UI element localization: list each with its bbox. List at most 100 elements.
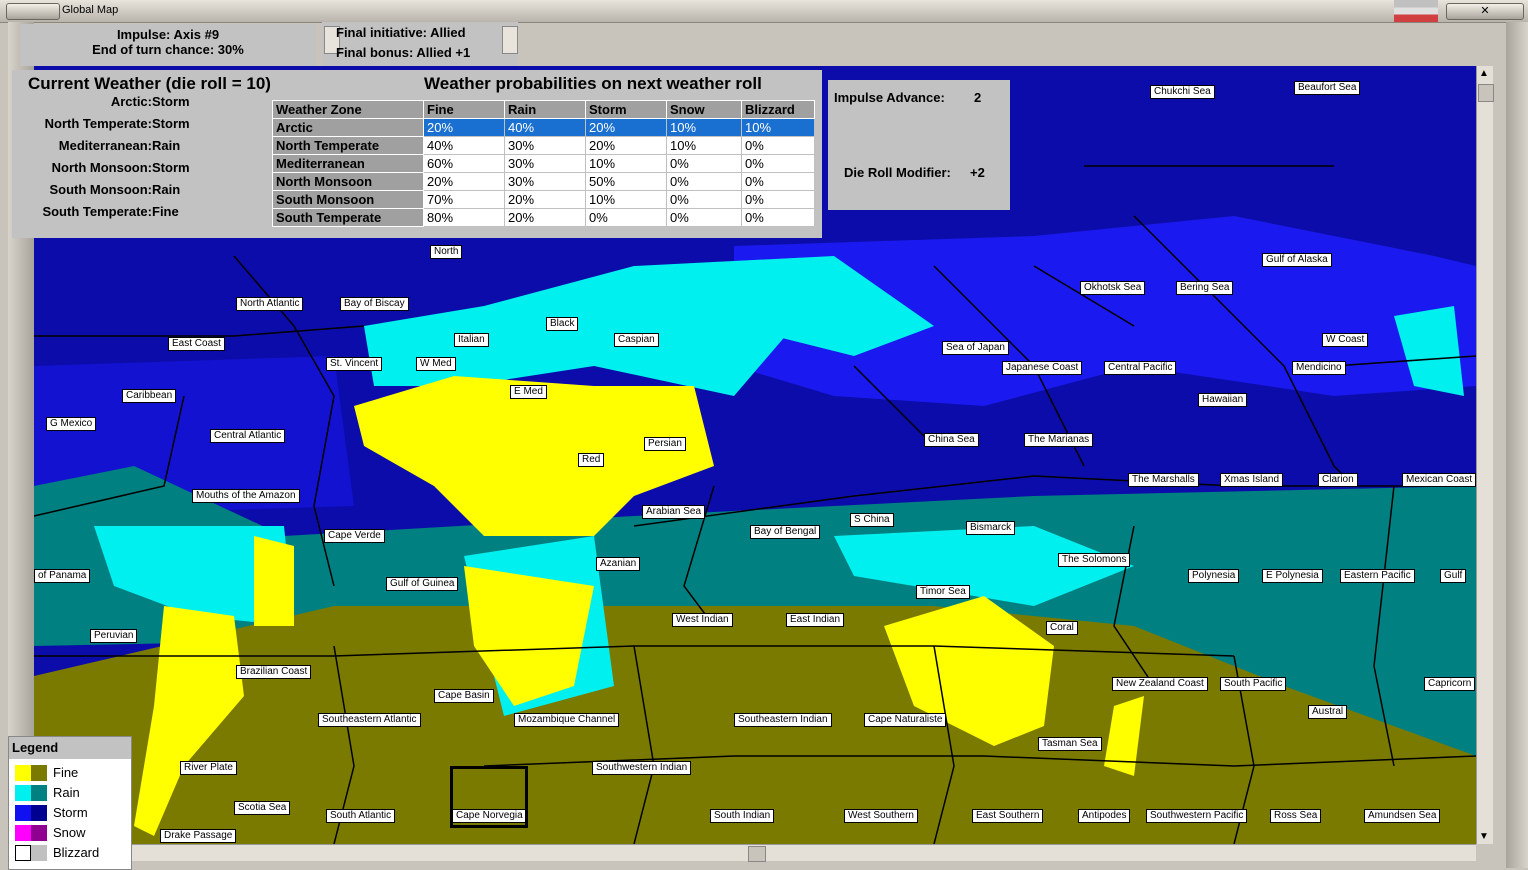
- sea-label[interactable]: Polynesia: [1188, 569, 1240, 583]
- table-row[interactable]: South Monsoon 70% 20% 10% 0% 0%: [272, 190, 815, 209]
- sea-label[interactable]: Azanian: [596, 557, 641, 571]
- sea-label[interactable]: The Marianas: [1024, 433, 1094, 447]
- sea-label[interactable]: Central Atlantic: [210, 429, 286, 443]
- sea-label[interactable]: Italian: [454, 333, 489, 347]
- sea-label[interactable]: Southwestern Indian: [592, 761, 692, 775]
- sea-label[interactable]: China Sea: [924, 433, 979, 447]
- sea-label[interactable]: Antipodes: [1078, 809, 1131, 823]
- sea-label[interactable]: West Southern: [844, 809, 918, 823]
- sea-label[interactable]: Bay of Biscay: [340, 297, 409, 311]
- sea-label[interactable]: Black: [546, 317, 579, 331]
- sea-label[interactable]: Gulf of Guinea: [386, 577, 459, 591]
- sea-label[interactable]: Mouths of the Amazon: [192, 489, 300, 503]
- table-row[interactable]: South Temperate 80% 20% 0% 0% 0%: [272, 208, 815, 227]
- sea-label[interactable]: Mexican Coast: [1402, 473, 1476, 487]
- sea-label[interactable]: Capricorn: [1424, 677, 1476, 691]
- sea-label[interactable]: East Coast: [168, 337, 225, 351]
- sea-label[interactable]: Eastern Pacific: [1340, 569, 1415, 583]
- close-button[interactable]: ✕: [1446, 3, 1524, 20]
- sea-label[interactable]: East Southern: [972, 809, 1044, 823]
- scroll-up-icon[interactable]: ▲: [1479, 68, 1489, 79]
- table-row[interactable]: North Monsoon 20% 30% 50% 0% 0%: [272, 172, 815, 191]
- sea-label[interactable]: North: [430, 245, 463, 259]
- sea-label[interactable]: Scotia Sea: [234, 801, 291, 815]
- sea-label[interactable]: Gulf of Alaska: [1262, 253, 1332, 267]
- legend-swatch-rain-light: [15, 785, 31, 801]
- final-initiative-text: Final initiative: Allied: [336, 25, 466, 40]
- table-header: Fine: [423, 100, 505, 119]
- sea-label[interactable]: Drake Passage: [160, 829, 237, 843]
- sea-label[interactable]: River Plate: [180, 761, 237, 775]
- table-row[interactable]: North Temperate 40% 30% 20% 10% 0%: [272, 136, 815, 155]
- sea-label[interactable]: The Solomons: [1058, 553, 1131, 567]
- sea-label[interactable]: South Atlantic: [326, 809, 396, 823]
- sea-label[interactable]: Ross Sea: [1270, 809, 1322, 823]
- horizontal-scroll-thumb[interactable]: [748, 846, 766, 862]
- sea-label[interactable]: Cape Naturaliste: [864, 713, 947, 727]
- sea-label[interactable]: The Marshalls: [1128, 473, 1199, 487]
- sea-label[interactable]: St. Vincent: [326, 357, 383, 371]
- sea-label[interactable]: South Pacific: [1220, 677, 1287, 691]
- table-cell: 10%: [666, 136, 742, 155]
- sea-label[interactable]: Mendicino: [1292, 361, 1346, 375]
- sea-label[interactable]: Gulf: [1440, 569, 1467, 583]
- table-row[interactable]: Arctic 20% 40% 20% 10% 10%: [272, 118, 815, 137]
- system-menu-button[interactable]: [6, 3, 60, 20]
- sea-label[interactable]: Brazilian Coast: [236, 665, 312, 679]
- horizontal-scrollbar[interactable]: [34, 844, 1476, 862]
- sea-label[interactable]: of Panama: [34, 569, 91, 583]
- scroll-thumb[interactable]: [1478, 84, 1494, 102]
- sea-label[interactable]: S China: [850, 513, 894, 527]
- sea-label[interactable]: Tasman Sea: [1038, 737, 1102, 751]
- sea-label[interactable]: G Mexico: [46, 417, 97, 431]
- sea-label[interactable]: Okhotsk Sea: [1080, 281, 1146, 295]
- sea-label[interactable]: Austral: [1308, 705, 1348, 719]
- sea-label[interactable]: Coral: [1046, 621, 1078, 635]
- sea-label[interactable]: East Indian: [786, 613, 845, 627]
- sea-label[interactable]: E Polynesia: [1262, 569, 1323, 583]
- table-cell: 0%: [585, 208, 667, 227]
- sea-label[interactable]: West Indian: [672, 613, 733, 627]
- sea-label[interactable]: Southwestern Pacific: [1146, 809, 1248, 823]
- sea-label[interactable]: New Zealand Coast: [1112, 677, 1208, 691]
- sea-label[interactable]: E Med: [510, 385, 547, 399]
- sea-label[interactable]: Bismarck: [966, 521, 1016, 535]
- table-cell: 20%: [504, 208, 586, 227]
- sea-label[interactable]: W Med: [416, 357, 456, 371]
- sea-label[interactable]: Hawaiian: [1198, 393, 1248, 407]
- sea-label[interactable]: Clarion: [1318, 473, 1358, 487]
- sea-label[interactable]: W Coast: [1322, 333, 1369, 347]
- sea-label[interactable]: Caspian: [614, 333, 659, 347]
- sea-label[interactable]: Timor Sea: [916, 585, 970, 599]
- sea-label[interactable]: Mozambique Channel: [514, 713, 620, 727]
- advance-panel: Impulse Advance: 2 Die Roll Modifier: +2: [828, 80, 1010, 210]
- sea-label[interactable]: Red: [578, 453, 605, 467]
- sea-label[interactable]: Peruvian: [90, 629, 138, 643]
- table-cell: 40%: [423, 136, 505, 155]
- table-row[interactable]: Mediterranean 60% 30% 10% 0% 0%: [272, 154, 815, 173]
- flag-icon: [1394, 0, 1438, 22]
- toolbar-button-right[interactable]: [502, 26, 518, 54]
- end-of-turn-text: End of turn chance: 30%: [92, 42, 244, 57]
- sea-label[interactable]: Bering Sea: [1176, 281, 1234, 295]
- scroll-down-icon[interactable]: ▼: [1479, 831, 1489, 842]
- sea-label[interactable]: Japanese Coast: [1002, 361, 1083, 375]
- sea-label[interactable]: Southeastern Atlantic: [318, 713, 421, 727]
- sea-label[interactable]: Central Pacific: [1104, 361, 1177, 375]
- sea-label[interactable]: Cape Basin: [434, 689, 494, 703]
- sea-label[interactable]: Amundsen Sea: [1364, 809, 1441, 823]
- sea-label[interactable]: Sea of Japan: [942, 341, 1009, 355]
- sea-label[interactable]: Chukchi Sea: [1150, 85, 1215, 99]
- sea-label[interactable]: Xmas Island: [1220, 473, 1284, 487]
- sea-label[interactable]: Arabian Sea: [642, 505, 706, 519]
- sea-label[interactable]: Cape Verde: [324, 529, 385, 543]
- sea-label[interactable]: Persian: [644, 437, 686, 451]
- vertical-scrollbar[interactable]: ▲ ▼: [1476, 66, 1494, 844]
- sea-label[interactable]: Bay of Bengal: [750, 525, 821, 539]
- sea-label[interactable]: Southeastern Indian: [734, 713, 832, 727]
- zone-name: Arctic:: [110, 94, 152, 109]
- sea-label[interactable]: South Indian: [710, 809, 775, 823]
- sea-label[interactable]: North Atlantic: [236, 297, 304, 311]
- sea-label[interactable]: Caribbean: [122, 389, 177, 403]
- sea-label[interactable]: Beaufort Sea: [1294, 81, 1361, 95]
